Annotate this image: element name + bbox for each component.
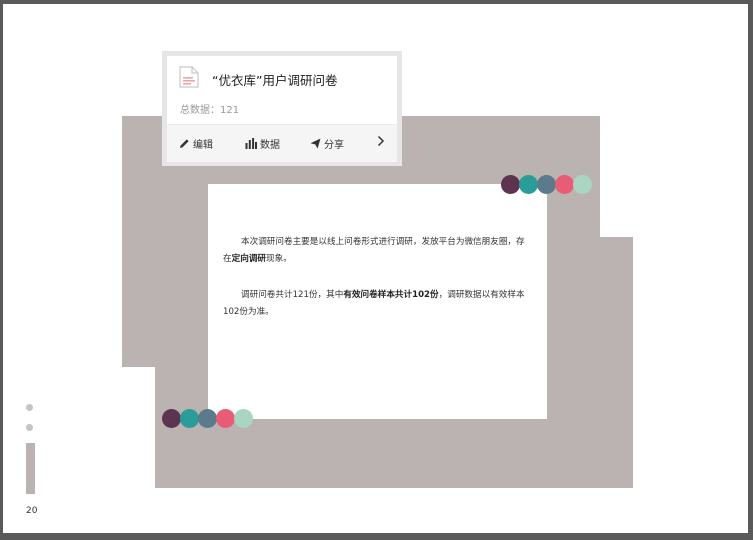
dot-4 xyxy=(216,409,235,428)
survey-title[interactable]: “优衣库”用户调研问卷 xyxy=(212,70,337,89)
color-dots-top xyxy=(501,175,592,194)
share-button[interactable]: 分享 xyxy=(310,136,344,151)
document-icon xyxy=(179,66,199,88)
dot-3 xyxy=(537,175,556,194)
dot-2 xyxy=(180,409,199,428)
more-button[interactable] xyxy=(377,135,385,147)
side-dot-2 xyxy=(26,424,33,431)
survey-card-inner[interactable]: “优衣库”用户调研问卷 总数据：121 编辑 数据 分享 xyxy=(167,56,397,162)
highlight-directed: 定向调研 xyxy=(231,254,266,264)
dot-1 xyxy=(501,175,520,194)
edit-label: 编辑 xyxy=(193,140,213,151)
content-text: 本次调研问卷主要是以线上问卷形式进行调研，发放平台为微信朋友圈，存在定向调研现象… xyxy=(223,234,533,340)
page: 本次调研问卷主要是以线上问卷形式进行调研，发放平台为微信朋友圈，存在定向调研现象… xyxy=(3,4,748,533)
data-button[interactable]: 数据 xyxy=(245,136,280,151)
paragraph-2: 调研问卷共计121份，其中有效问卷样本共计102份，调研数据以有效样本102份为… xyxy=(223,290,525,317)
survey-toolbar: 编辑 数据 分享 xyxy=(167,124,397,162)
pencil-icon xyxy=(179,138,190,149)
side-dot-1 xyxy=(26,404,33,411)
side-bar xyxy=(26,443,35,494)
content-card: 本次调研问卷主要是以线上问卷形式进行调研，发放平台为微信朋友圈，存在定向调研现象… xyxy=(208,184,547,419)
data-label: 数据 xyxy=(260,140,280,151)
dot-5 xyxy=(234,409,253,428)
dot-2 xyxy=(519,175,538,194)
dot-5 xyxy=(573,175,592,194)
dot-3 xyxy=(198,409,217,428)
chevron-right-icon xyxy=(377,135,385,147)
dot-1 xyxy=(162,409,181,428)
dot-4 xyxy=(555,175,574,194)
survey-count: 总数据：121 xyxy=(180,105,240,116)
paragraph-1: 本次调研问卷主要是以线上问卷形式进行调研，发放平台为微信朋友圈，存在定向调研现象… xyxy=(223,237,525,264)
highlight-valid-samples: 有效问卷样本共计102份 xyxy=(343,290,439,300)
edit-button[interactable]: 编辑 xyxy=(179,136,213,151)
paper-plane-icon xyxy=(310,138,321,149)
page-number: 20 xyxy=(26,506,38,516)
bar-chart-icon xyxy=(245,138,257,149)
survey-card: “优衣库”用户调研问卷 总数据：121 编辑 数据 分享 xyxy=(162,51,402,166)
color-dots-bottom xyxy=(162,409,253,428)
share-label: 分享 xyxy=(324,140,344,151)
